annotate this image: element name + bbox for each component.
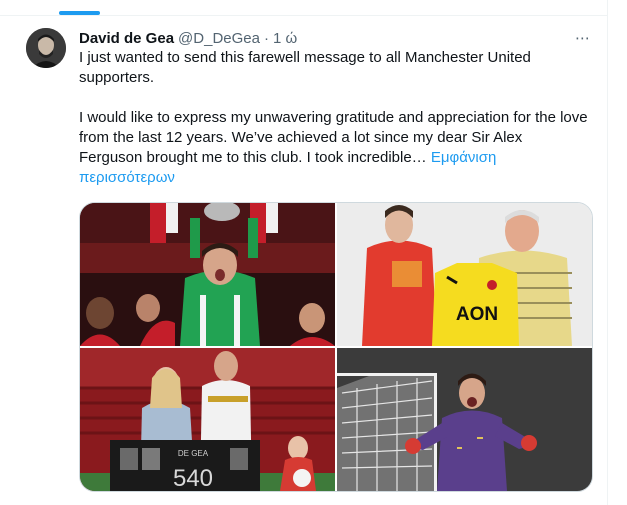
timeline-column: David de Gea @D_DeGea · 1 ώ ⋯ I just wan… xyxy=(0,0,608,505)
tweet-paragraph-2-text: I would like to express my unwavering gr… xyxy=(79,109,588,166)
tweet-paragraph-1: I just wanted to send this farewell mess… xyxy=(79,49,531,86)
photo-with-ferguson[interactable]: AON xyxy=(337,203,592,346)
photo-trophy-celebration-image xyxy=(80,203,335,346)
tweet-header: David de Gea @D_DeGea · 1 ώ xyxy=(79,28,297,48)
plaque-name: DE GEA xyxy=(178,449,209,458)
photo-trophy-celebration[interactable] xyxy=(80,203,335,346)
photo-family-presentation[interactable]: DE GEA 540 xyxy=(80,348,335,491)
timestamp[interactable]: 1 ώ xyxy=(273,30,297,47)
more-options-icon[interactable]: ⋯ xyxy=(570,28,596,48)
photo-goalkeeper-celebration[interactable] xyxy=(337,348,592,491)
author-handle[interactable]: @D_DeGea xyxy=(178,30,260,47)
media-grid: AON DE GEA 540 xyxy=(79,202,593,492)
separator: · xyxy=(263,29,269,47)
divider xyxy=(0,15,608,16)
photo-family-presentation-image: DE GEA 540 xyxy=(80,348,335,491)
photo-with-ferguson-image: AON xyxy=(337,203,592,346)
tweet-text: I just wanted to send this farewell mess… xyxy=(79,48,589,188)
author-name[interactable]: David de Gea xyxy=(79,30,174,47)
plaque-number: 540 xyxy=(173,465,213,491)
avatar[interactable] xyxy=(26,28,66,68)
shirt-sponsor-text: AON xyxy=(456,304,498,325)
tweet-paragraph-2: I would like to express my unwavering gr… xyxy=(79,108,589,188)
photo-goalkeeper-celebration-image xyxy=(337,348,592,491)
